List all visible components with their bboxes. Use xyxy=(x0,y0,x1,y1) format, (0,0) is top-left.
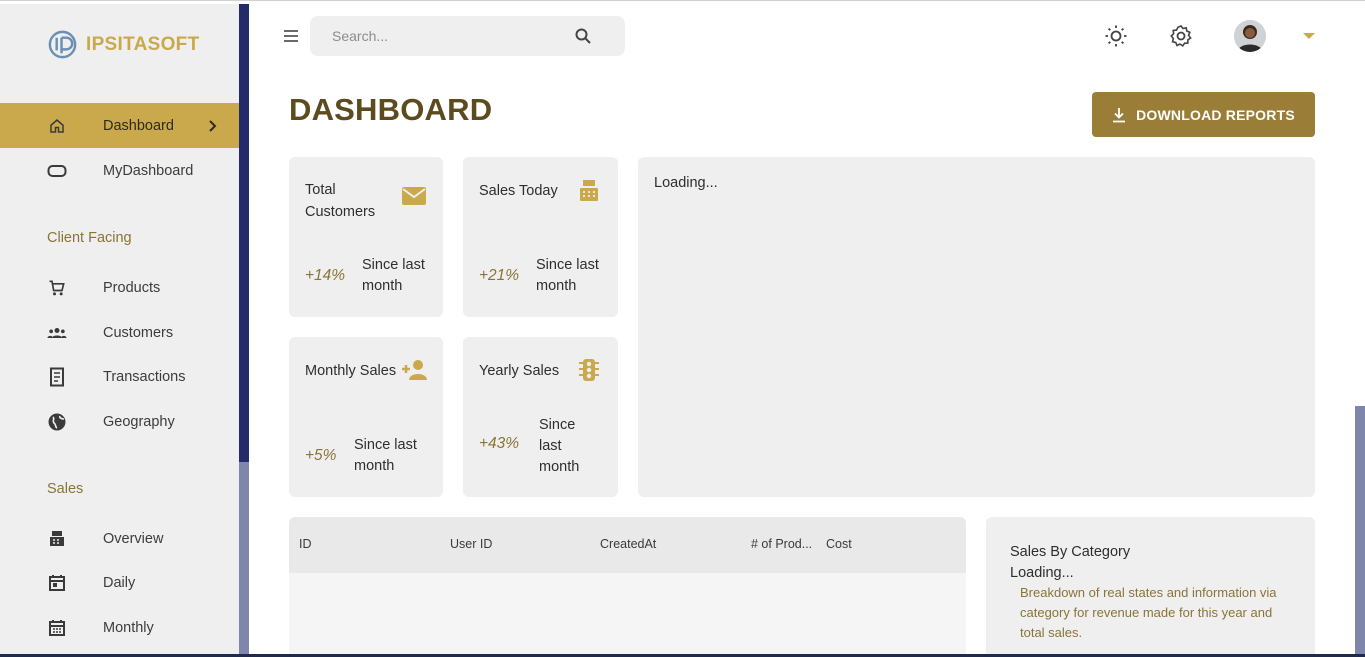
sidebar-item-label: Monthly xyxy=(103,619,154,636)
sidebar-item-label: Dashboard xyxy=(103,117,174,134)
sidebar-item-overview[interactable]: Overview xyxy=(0,516,239,561)
download-reports-label: DOWNLOAD REPORTS xyxy=(1136,106,1295,123)
stat-card-total-customers: Total Customers +14% Since last month xyxy=(289,157,443,317)
settings-gear-icon[interactable] xyxy=(1169,24,1193,48)
sidebar-item-label: MyDashboard xyxy=(103,162,194,179)
sidebar-item-mydashboard[interactable]: MyDashboard xyxy=(0,148,239,193)
stat-since: Since last month xyxy=(362,257,425,294)
sidebar: IPSITASOFT Dashboard MyDashboard Client … xyxy=(0,4,239,654)
menu-icon[interactable] xyxy=(282,27,300,45)
group-icon xyxy=(47,323,67,343)
stat-increase: +5% xyxy=(305,447,337,464)
calendar-today-icon xyxy=(47,573,67,593)
section-label-client-facing: Client Facing xyxy=(47,230,132,246)
column-header-products[interactable]: # of Prod... xyxy=(751,537,812,551)
sidebar-item-label: Customers xyxy=(103,324,174,341)
transactions-table: ID User ID CreatedAt # of Prod... Cost xyxy=(289,517,966,657)
section-label-sales: Sales xyxy=(47,481,84,497)
column-header-cost[interactable]: Cost xyxy=(826,537,852,551)
sidebar-item-monthly[interactable]: Monthly xyxy=(0,605,239,650)
light-mode-icon[interactable] xyxy=(1104,24,1128,48)
overview-chart-loading: Loading... xyxy=(654,175,718,191)
stat-title: Yearly Sales xyxy=(479,363,560,379)
search-icon[interactable] xyxy=(574,27,592,45)
sidebar-item-customers[interactable]: Customers xyxy=(0,310,239,355)
sidebar-item-label: Transactions xyxy=(103,368,186,385)
sidebar-item-geography[interactable]: Geography xyxy=(0,399,239,444)
stat-card-monthly-sales: Monthly Sales +5% Since last month xyxy=(289,337,443,497)
stat-title: Total Customers xyxy=(305,182,376,220)
page-title: DASHBOARD xyxy=(289,92,493,127)
sidebar-item-transactions[interactable]: Transactions xyxy=(0,354,239,399)
person-add-icon xyxy=(402,360,427,380)
stat-title: Monthly Sales xyxy=(305,363,397,379)
stat-since: Since last month xyxy=(539,417,580,475)
sidebar-scrollbar[interactable] xyxy=(239,462,249,654)
column-header-created-at[interactable]: CreatedAt xyxy=(600,537,656,551)
user-avatar[interactable] xyxy=(1234,20,1266,52)
column-header-user-id[interactable]: User ID xyxy=(450,537,492,551)
stat-increase: +14% xyxy=(305,267,346,284)
sidebar-item-label: Geography xyxy=(103,413,175,430)
sidebar-item-products[interactable]: Products xyxy=(0,265,239,310)
sales-by-category-title: Sales By Category xyxy=(1010,544,1131,560)
overview-chart-panel: Loading... xyxy=(638,157,1315,497)
stat-card-yearly-sales: Yearly Sales +43% Since last month xyxy=(463,337,618,497)
sales-by-category-loading: Loading... xyxy=(1010,565,1074,581)
brand-logo[interactable]: IPSITASOFT xyxy=(46,28,199,61)
brand-name: IPSITASOFT xyxy=(86,33,200,55)
stat-increase: +43% xyxy=(479,435,520,452)
stat-increase: +21% xyxy=(479,267,520,284)
page-scrollbar-thumb[interactable] xyxy=(1355,406,1365,654)
sidebar-border xyxy=(239,4,249,462)
search-input[interactable] xyxy=(332,26,572,46)
download-reports-button[interactable]: DOWNLOAD REPORTS xyxy=(1092,92,1315,137)
sidebar-item-daily[interactable]: Daily xyxy=(0,560,239,605)
calendar-month-icon xyxy=(47,618,67,638)
sidebar-item-label: Products xyxy=(103,279,161,296)
point-of-sale-icon xyxy=(580,180,598,201)
sales-by-category-panel: Sales By Category Loading... Breakdown o… xyxy=(986,517,1315,657)
stat-since: Since last month xyxy=(536,257,599,294)
brand-logo-icon xyxy=(48,30,77,59)
sidebar-item-dashboard[interactable]: Dashboard xyxy=(0,103,239,148)
mail-icon xyxy=(402,187,426,205)
sidebar-item-label: Daily xyxy=(103,574,136,591)
column-header-id[interactable]: ID xyxy=(299,537,312,551)
stat-title: Sales Today xyxy=(479,183,558,199)
table-header: ID User ID CreatedAt # of Prod... Cost xyxy=(289,517,966,573)
profile-menu-caret-icon[interactable] xyxy=(1303,33,1315,39)
home-icon xyxy=(47,116,67,136)
chevron-right-icon xyxy=(209,119,217,132)
stat-card-sales-today: Sales Today +21% Since last month xyxy=(463,157,618,317)
search-bar xyxy=(310,16,625,56)
traffic-icon xyxy=(579,359,599,381)
stat-since: Since last month xyxy=(354,437,417,474)
cart-icon xyxy=(47,278,67,298)
download-icon xyxy=(1113,107,1126,122)
rounded-rect-icon xyxy=(47,161,67,181)
sidebar-item-label: Overview xyxy=(103,530,164,547)
sales-by-category-description: Breakdown of real states and information… xyxy=(1020,585,1277,640)
globe-icon xyxy=(47,412,67,432)
table-body xyxy=(289,573,966,657)
page-scrollbar-track xyxy=(1355,4,1365,406)
register-icon xyxy=(47,529,67,549)
receipt-icon xyxy=(47,367,67,387)
